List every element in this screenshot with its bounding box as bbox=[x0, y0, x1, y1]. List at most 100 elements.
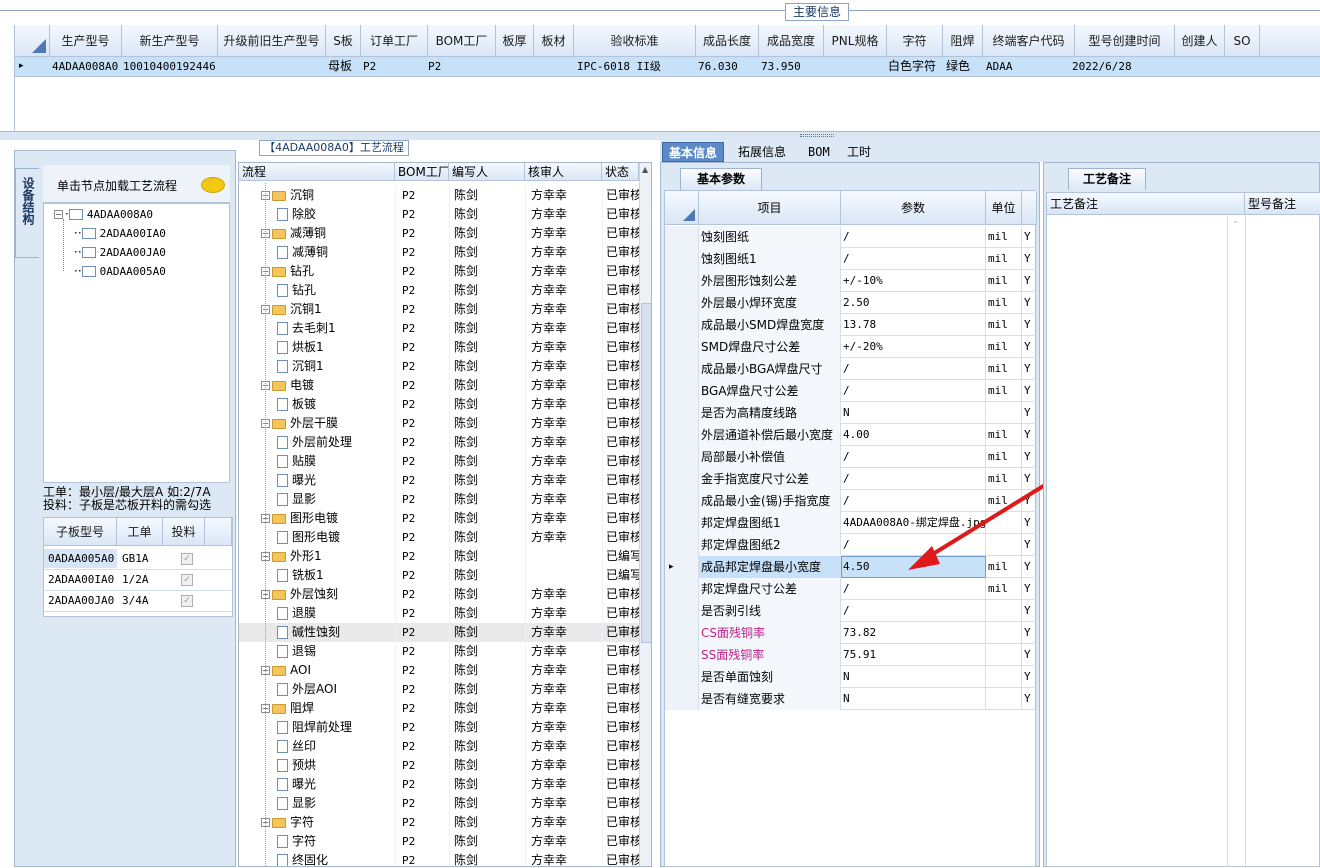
cell-order-factory[interactable]: P2 bbox=[363, 57, 376, 76]
param-row[interactable]: 局部最小补偿值 / mil Y bbox=[665, 446, 1037, 468]
table-row[interactable]: 2ADAA00IA0 1/2A ✓ bbox=[44, 570, 232, 591]
param-row[interactable]: 是否单面蚀刻 N Y bbox=[665, 666, 1037, 688]
cell-reviewer[interactable]: 方幸幸 bbox=[531, 604, 567, 623]
cell-unit[interactable] bbox=[986, 622, 1022, 644]
cell-reviewer[interactable]: 方幸幸 bbox=[531, 509, 567, 528]
cell-standard[interactable]: IPC-6018 II级 bbox=[577, 57, 661, 76]
cell-bom-factory[interactable]: P2 bbox=[402, 623, 415, 642]
tab-process-remarks[interactable]: 工艺备注 bbox=[1068, 168, 1146, 190]
param-row[interactable]: 成品最小BGA焊盘尺寸 / mil Y bbox=[665, 358, 1037, 380]
cell-status[interactable]: 已审核 bbox=[606, 300, 639, 319]
cell-order[interactable]: 1/2A bbox=[122, 570, 149, 589]
cell-flag[interactable]: Y bbox=[1022, 314, 1037, 336]
process-row[interactable]: 烘板1 P2 陈剑 方幸幸 已审核 bbox=[239, 338, 639, 357]
cell-bom-factory[interactable]: P2 bbox=[402, 490, 415, 509]
process-row[interactable]: − 外形1 P2 陈剑 已编写 bbox=[239, 547, 639, 566]
cell-unit[interactable]: mil bbox=[986, 336, 1022, 358]
cell-reviewer[interactable]: 方幸幸 bbox=[531, 376, 567, 395]
cell-unit[interactable]: mil bbox=[986, 380, 1022, 402]
cell-bom-factory[interactable]: P2 bbox=[402, 205, 415, 224]
col-header[interactable]: 核审人 bbox=[525, 163, 602, 181]
cell-bom-factory[interactable]: P2 bbox=[402, 452, 415, 471]
cell-bom-factory[interactable]: P2 bbox=[402, 433, 415, 452]
process-row[interactable]: 沉铜1 P2 陈剑 方幸幸 已审核 bbox=[239, 357, 639, 376]
row-pointer[interactable] bbox=[665, 446, 699, 468]
cell-item[interactable]: 局部最小补偿值 bbox=[699, 446, 841, 468]
cell-item[interactable]: SS面残铜率 bbox=[699, 644, 841, 666]
cell-reviewer[interactable]: 方幸幸 bbox=[531, 832, 567, 851]
cell-status[interactable]: 已审核 bbox=[606, 851, 639, 866]
cell-status[interactable]: 已审核 bbox=[606, 680, 639, 699]
cell-writer[interactable]: 陈剑 bbox=[454, 243, 478, 262]
cell-reviewer[interactable]: 方幸幸 bbox=[531, 737, 567, 756]
cell-sub-model[interactable]: 2ADAA00IA0 bbox=[48, 570, 114, 589]
process-row[interactable]: − 沉铜 P2 陈剑 方幸幸 已审核 bbox=[239, 186, 639, 205]
cell-bom-factory[interactable]: P2 bbox=[402, 376, 415, 395]
feed-checkbox[interactable]: ✓ bbox=[181, 574, 193, 586]
param-row[interactable]: 邦定焊盘尺寸公差 / mil Y bbox=[665, 578, 1037, 600]
col-header[interactable]: 工艺备注 bbox=[1047, 193, 1245, 215]
cell-writer[interactable]: 陈剑 bbox=[454, 262, 478, 281]
tab-work-hours[interactable]: 工时 bbox=[841, 142, 877, 162]
row-pointer[interactable] bbox=[665, 534, 699, 556]
cell-reviewer[interactable]: 方幸幸 bbox=[531, 224, 567, 243]
cell-unit[interactable]: mil bbox=[986, 424, 1022, 446]
process-row[interactable]: 显影 P2 陈剑 方幸幸 已审核 bbox=[239, 490, 639, 509]
param-row[interactable]: 是否有缝宽要求 N Y bbox=[665, 688, 1037, 710]
cell-reviewer[interactable]: 方幸幸 bbox=[531, 680, 567, 699]
cell-writer[interactable]: 陈剑 bbox=[454, 395, 478, 414]
cell-flag[interactable]: Y bbox=[1022, 402, 1037, 424]
col-header[interactable]: 流程 bbox=[239, 163, 395, 181]
cell-reviewer[interactable]: 方幸幸 bbox=[531, 452, 567, 471]
cell-bom-factory[interactable]: P2 bbox=[402, 357, 415, 376]
cell-item[interactable]: 蚀刻图纸 bbox=[699, 226, 841, 248]
cell-writer[interactable]: 陈剑 bbox=[454, 281, 478, 300]
col-header[interactable]: 板厚 bbox=[496, 25, 534, 57]
cell-bom-factory[interactable]: P2 bbox=[402, 281, 415, 300]
cell-writer[interactable]: 陈剑 bbox=[454, 813, 478, 832]
horizontal-splitter[interactable] bbox=[0, 132, 1320, 140]
cell-writer[interactable]: 陈剑 bbox=[454, 528, 478, 547]
cell-unit[interactable]: mil bbox=[986, 292, 1022, 314]
cell-bom-factory[interactable]: P2 bbox=[402, 699, 415, 718]
cell-bom-factory[interactable]: P2 bbox=[402, 585, 415, 604]
process-row[interactable]: − 钻孔 P2 陈剑 方幸幸 已审核 bbox=[239, 262, 639, 281]
tree-node-root[interactable]: − · 4ADAA008A0 bbox=[54, 205, 153, 223]
scroll-up-icon[interactable]: ▲ bbox=[642, 165, 648, 174]
process-row[interactable]: 除胶 P2 陈剑 方幸幸 已审核 bbox=[239, 205, 639, 224]
cell-reviewer[interactable]: 方幸幸 bbox=[531, 338, 567, 357]
cell-flag[interactable]: Y bbox=[1022, 336, 1037, 358]
cell-character[interactable]: 白色字符 bbox=[888, 57, 936, 76]
process-row[interactable]: 显影 P2 陈剑 方幸幸 已审核 bbox=[239, 794, 639, 813]
cell-status[interactable]: 已审核 bbox=[606, 490, 639, 509]
cell-writer[interactable]: 陈剑 bbox=[454, 566, 478, 585]
cell-sub-model[interactable]: 0ADAA005A0 bbox=[44, 549, 117, 568]
cell-status[interactable]: 已审核 bbox=[606, 623, 639, 642]
cell-param[interactable]: / bbox=[841, 600, 986, 622]
cell-status[interactable]: 已审核 bbox=[606, 642, 639, 661]
row-pointer[interactable] bbox=[665, 578, 699, 600]
col-header[interactable]: 板材 bbox=[534, 25, 574, 57]
cell-bom-factory[interactable]: P2 bbox=[402, 661, 415, 680]
param-row[interactable]: 是否为高精度线路 N Y bbox=[665, 402, 1037, 424]
col-header[interactable]: S板 bbox=[326, 25, 361, 57]
process-row[interactable]: 终固化 P2 陈剑 方幸幸 已审核 bbox=[239, 851, 639, 866]
process-row[interactable]: 退锡 P2 陈剑 方幸幸 已审核 bbox=[239, 642, 639, 661]
cell-customer-code[interactable]: ADAA bbox=[986, 57, 1013, 76]
col-header[interactable]: 终端客户代码 bbox=[983, 25, 1075, 57]
tab-basic-info[interactable]: 基本信息 bbox=[662, 142, 725, 162]
cell-unit[interactable]: mil bbox=[986, 248, 1022, 270]
cell-item[interactable]: 邦定焊盘尺寸公差 bbox=[699, 578, 841, 600]
cell-writer[interactable]: 陈剑 bbox=[454, 205, 478, 224]
col-header[interactable]: 新生产型号 bbox=[122, 25, 218, 57]
cell-writer[interactable]: 陈剑 bbox=[454, 319, 478, 338]
cell-writer[interactable]: 陈剑 bbox=[454, 623, 478, 642]
cell-flag[interactable]: Y bbox=[1022, 226, 1037, 248]
tab-bom[interactable]: BOM bbox=[802, 142, 836, 162]
process-row[interactable]: − 沉铜1 P2 陈剑 方幸幸 已审核 bbox=[239, 300, 639, 319]
cell-writer[interactable]: 陈剑 bbox=[454, 376, 478, 395]
cell-status[interactable]: 已审核 bbox=[606, 281, 639, 300]
cell-bom-factory[interactable]: P2 bbox=[402, 832, 415, 851]
param-row[interactable]: 外层通道补偿后最小宽度 4.00 mil Y bbox=[665, 424, 1037, 446]
cell-new-model[interactable]: 10010400192446 bbox=[123, 57, 216, 76]
